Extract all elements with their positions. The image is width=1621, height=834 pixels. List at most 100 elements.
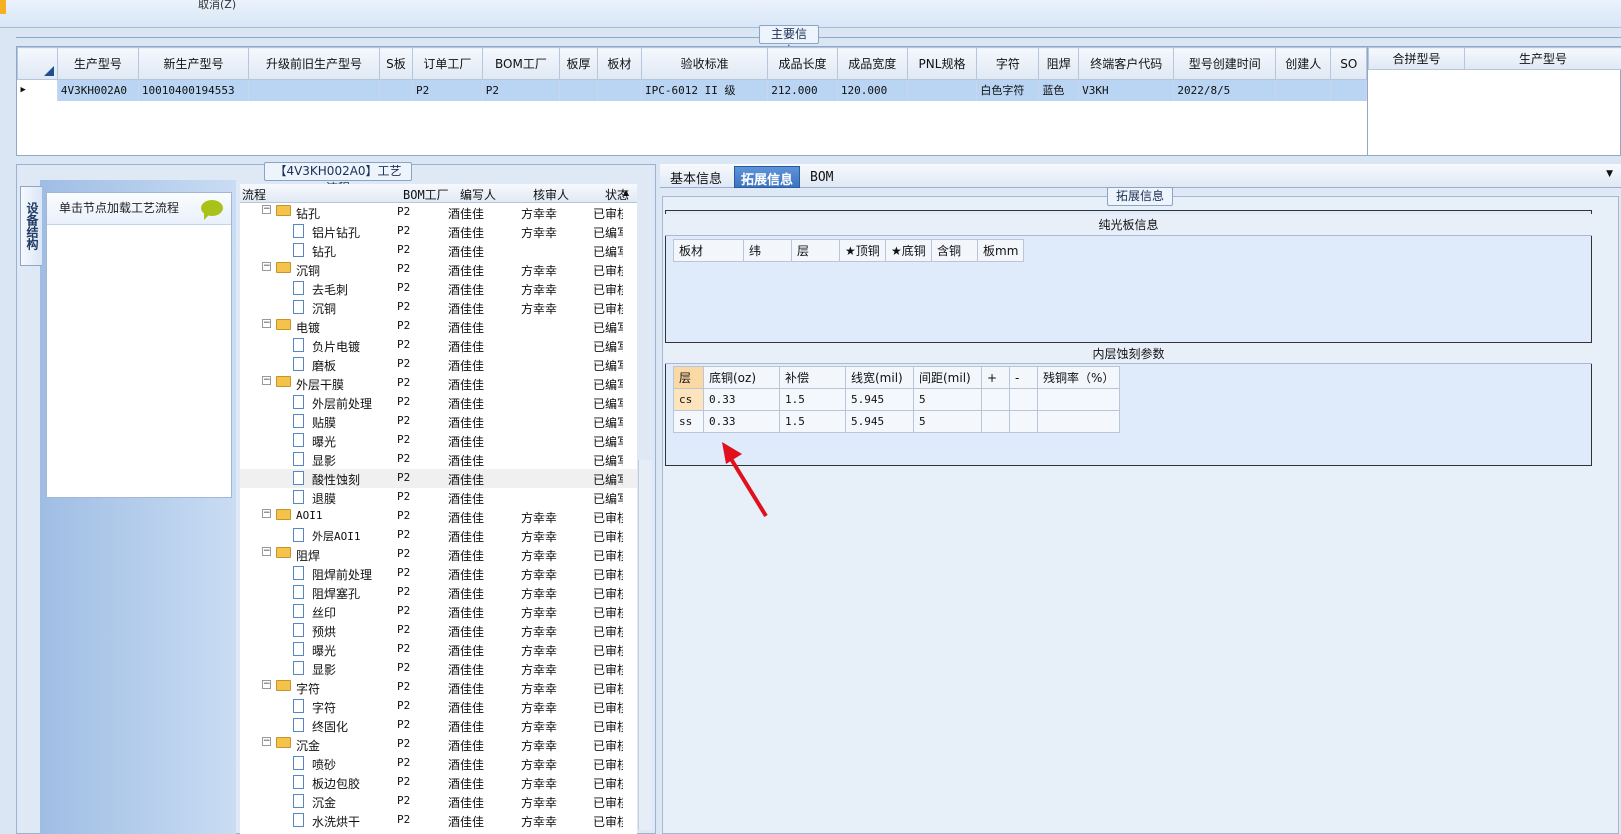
tree-row[interactable]: 预烘 P2 酒佳佳 方幸幸 已审核: [240, 621, 637, 640]
tree-row[interactable]: 去毛刺 P2 酒佳佳 方幸幸 已审核: [240, 279, 637, 298]
plain-board-col[interactable]: ★底铜: [885, 239, 932, 262]
main-cell[interactable]: [1275, 79, 1332, 101]
etch-cell[interactable]: 0.33: [703, 388, 780, 411]
tree-row[interactable]: 字符 P2 酒佳佳 方幸幸 已审核: [240, 697, 637, 716]
plain-board-col[interactable]: 纬: [743, 239, 792, 262]
etch-cell[interactable]: cs: [673, 388, 704, 411]
main-col-header[interactable]: 创建人: [1275, 47, 1332, 80]
plain-board-col[interactable]: ★顶铜: [839, 239, 886, 262]
col-writer[interactable]: 编写人: [460, 186, 496, 203]
main-cell[interactable]: 120.000: [837, 79, 908, 101]
main-cell[interactable]: 4V3KH002A0: [57, 79, 139, 101]
tree-row[interactable]: 阻焊塞孔 P2 酒佳佳 方幸幸 已审核: [240, 583, 637, 602]
tree-scrollbar[interactable]: [638, 460, 652, 830]
collapse-icon[interactable]: −: [262, 547, 271, 556]
main-col-header[interactable]: 终端客户代码: [1078, 47, 1175, 80]
main-cell[interactable]: [907, 79, 978, 101]
main-col-header[interactable]: 新生产型号: [137, 47, 250, 80]
collapse-icon[interactable]: −: [262, 205, 271, 214]
etch-cell[interactable]: [1009, 410, 1038, 433]
etch-col[interactable]: 底铜(oz): [703, 366, 780, 389]
etch-cell[interactable]: 1.5: [779, 410, 846, 433]
collapse-icon[interactable]: −: [262, 262, 271, 271]
main-cell[interactable]: [1330, 79, 1367, 101]
tree-row[interactable]: 沉铜 P2 酒佳佳 方幸幸 已审核: [240, 298, 637, 317]
tree-row[interactable]: 显影 P2 酒佳佳 方幸幸 已审核: [240, 659, 637, 678]
etch-cell[interactable]: [1009, 388, 1038, 411]
collapse-icon[interactable]: −: [262, 680, 271, 689]
etch-col[interactable]: 线宽(mil): [845, 366, 914, 389]
etch-cell[interactable]: 5.945: [845, 388, 914, 411]
tree-row[interactable]: − AOI1 P2 酒佳佳 方幸幸 已审核: [240, 507, 637, 526]
main-cell[interactable]: [379, 79, 413, 101]
etch-col[interactable]: 残铜率（%）: [1036, 366, 1121, 389]
main-cell[interactable]: 10010400194553: [138, 79, 250, 101]
etch-cell[interactable]: 5: [913, 410, 982, 433]
main-cell[interactable]: [559, 79, 598, 101]
etch-col[interactable]: 层: [673, 366, 704, 389]
tree-row[interactable]: 酸性蚀刻 P2 酒佳佳 已编写: [240, 469, 637, 488]
main-cell[interactable]: 蓝色: [1038, 79, 1080, 101]
tab-extended-info[interactable]: 拓展信息: [734, 166, 801, 188]
cancel-button[interactable]: 取消(Z): [198, 0, 236, 12]
col-bom-factory[interactable]: BOM工厂: [403, 186, 449, 203]
main-col-header[interactable]: 型号创建时间: [1173, 47, 1277, 80]
main-col-header[interactable]: 验收标准: [641, 47, 769, 80]
main-cell[interactable]: V3KH: [1078, 79, 1175, 101]
tree-row[interactable]: − 沉金 P2 酒佳佳 方幸幸 已审核: [240, 735, 637, 754]
tree-row[interactable]: 丝印 P2 酒佳佳 方幸幸 已审核: [240, 602, 637, 621]
main-col-header[interactable]: S板: [378, 47, 413, 80]
etch-col[interactable]: -: [1009, 366, 1038, 389]
etch-cell[interactable]: [1036, 410, 1121, 433]
tree-row[interactable]: − 字符 P2 酒佳佳 方幸幸 已审核: [240, 678, 637, 697]
tree-row[interactable]: − 阻焊 P2 酒佳佳 方幸幸 已审核: [240, 545, 637, 564]
main-col-header[interactable]: 升级前旧生产型号: [248, 47, 380, 80]
tree-row[interactable]: 板边包胶 P2 酒佳佳 方幸幸 已审核: [240, 773, 637, 792]
tree-row[interactable]: 外层前处理 P2 酒佳佳 已编写: [240, 393, 637, 412]
etch-col[interactable]: 补偿: [779, 366, 846, 389]
main-cell[interactable]: [248, 79, 380, 101]
tree-row[interactable]: − 沉铜 P2 酒佳佳 方幸幸 已审核: [240, 260, 637, 279]
tree-row[interactable]: − 钻孔 P2 酒佳佳 方幸幸 已审核: [240, 203, 637, 222]
main-col-header[interactable]: 订单工厂: [411, 47, 483, 80]
etch-cell[interactable]: [1036, 388, 1121, 411]
etch-cell[interactable]: 5: [913, 388, 982, 411]
tree-row[interactable]: 阻焊前处理 P2 酒佳佳 方幸幸 已审核: [240, 564, 637, 583]
main-col-header[interactable]: 成品宽度: [836, 47, 908, 80]
tree-row[interactable]: 显影 P2 酒佳佳 已编写: [240, 450, 637, 469]
tree-row[interactable]: 负片电镀 P2 酒佳佳 已编写: [240, 336, 637, 355]
tree-row[interactable]: 外层AOI1 P2 酒佳佳 方幸幸 已审核: [240, 526, 637, 545]
collapse-icon[interactable]: −: [262, 376, 271, 385]
tree-row[interactable]: 曝光 P2 酒佳佳 方幸幸 已审核: [240, 640, 637, 659]
col-reviewer[interactable]: 核审人: [533, 186, 569, 203]
etch-cell[interactable]: [981, 388, 1010, 411]
main-cell[interactable]: 212.000: [767, 79, 838, 101]
main-col-header[interactable]: 字符: [976, 47, 1040, 80]
main-col-header[interactable]: 阻焊: [1038, 47, 1080, 80]
main-col-header[interactable]: BOM工厂: [481, 47, 561, 80]
main-col-header[interactable]: SO: [1330, 47, 1367, 80]
tree-row[interactable]: − 电镀 P2 酒佳佳 已编写: [240, 317, 637, 336]
main-col-header[interactable]: 板材: [596, 47, 643, 80]
tree-row[interactable]: 钻孔 P2 酒佳佳 已编写: [240, 241, 637, 260]
main-cell[interactable]: P2: [482, 79, 561, 101]
scroll-up-icon[interactable]: ▲: [623, 188, 629, 197]
main-col-header[interactable]: PNL规格: [906, 47, 978, 80]
tab-basic-info[interactable]: 基本信息: [664, 166, 728, 188]
main-col-header[interactable]: 生产型号: [56, 47, 139, 80]
plain-board-col[interactable]: 板mm: [976, 239, 1025, 262]
plain-board-col[interactable]: 层: [791, 239, 840, 262]
plain-board-col[interactable]: 含铜: [931, 239, 978, 262]
col-process[interactable]: 流程: [242, 186, 266, 203]
collapse-icon[interactable]: −: [262, 737, 271, 746]
etch-cell[interactable]: 0.33: [703, 410, 780, 433]
merged-model-header[interactable]: 合拼型号: [1368, 47, 1465, 70]
tree-row[interactable]: − 外层干膜 P2 酒佳佳 已编写: [240, 374, 637, 393]
main-cell[interactable]: 白色字符: [976, 79, 1040, 101]
etch-cell[interactable]: 1.5: [779, 388, 846, 411]
collapse-icon[interactable]: −: [262, 509, 271, 518]
collapse-icon[interactable]: −: [262, 319, 271, 328]
etch-row[interactable]: ss 0.33 1.5 5.945 5: [673, 410, 1121, 433]
plain-board-col[interactable]: 板材: [673, 239, 744, 262]
main-cell[interactable]: IPC-6012 II 级: [641, 79, 769, 101]
